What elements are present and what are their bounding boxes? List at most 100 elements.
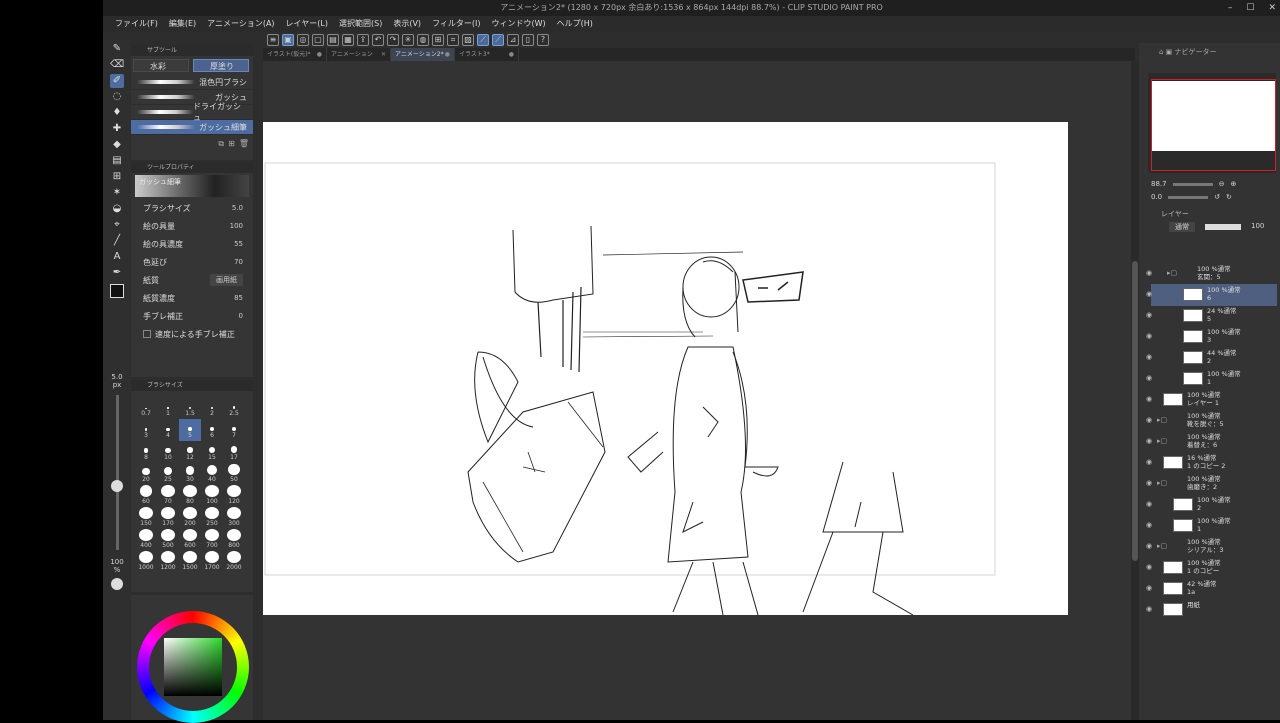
brush-size-option[interactable]: 800 (223, 529, 245, 551)
layer-opacity-value[interactable]: 100 (1251, 222, 1264, 232)
visibility-eye-icon[interactable]: ◉ (1146, 353, 1152, 361)
layer-row[interactable]: ◉ 42 %通常 1a (1146, 578, 1277, 600)
tab-watercolor[interactable]: 水彩 (133, 59, 189, 72)
foreground-color-swatch[interactable] (110, 284, 124, 298)
canvas-area[interactable] (263, 61, 1131, 720)
visibility-eye-icon[interactable]: ◉ (1146, 311, 1152, 319)
rotate-value[interactable]: 0.0 (1151, 193, 1162, 201)
tab-animation2[interactable]: アニメーション2* ● (391, 48, 455, 61)
color-wheel[interactable] (137, 611, 249, 723)
prop-color-stretch[interactable]: 色延び 70 (131, 253, 253, 271)
visibility-eye-icon[interactable]: ◉ (1146, 395, 1152, 403)
minimize-button[interactable]: – (1228, 0, 1233, 16)
brush-size-option[interactable]: 0.7 (135, 397, 157, 419)
select-tool-icon[interactable]: ▣ (282, 34, 294, 46)
prop-value[interactable]: 70 (234, 258, 243, 266)
brush-size-option[interactable]: 2 (201, 397, 223, 419)
opacity-bar[interactable] (1205, 224, 1241, 230)
blend-icon[interactable]: ♦ (110, 106, 124, 120)
brush-size-option[interactable]: 7 (223, 419, 245, 441)
close-icon[interactable]: ● (445, 48, 450, 61)
tab-illust-kari[interactable]: イラスト(仮元)* ● (263, 48, 327, 61)
grid-icon[interactable]: ▨ (462, 34, 474, 46)
snap-line-icon[interactable]: ⟋ (477, 34, 489, 46)
visibility-eye-icon[interactable]: ◉ (1146, 563, 1152, 571)
prop-value[interactable]: 100 (230, 222, 243, 230)
visibility-eye-icon[interactable]: ◉ (1146, 458, 1152, 466)
menu-layer[interactable]: レイヤー(L) (286, 16, 328, 32)
brush-size-option[interactable]: 500 (157, 529, 179, 551)
rotate-left-icon[interactable]: ↺ (1214, 193, 1220, 201)
scroll-thumb[interactable] (1132, 261, 1138, 561)
visibility-eye-icon[interactable]: ◉ (1146, 479, 1152, 487)
layer-row[interactable]: ◉ ▸▢ 100 %通常 着替え：6 (1146, 431, 1277, 453)
layer-row[interactable]: ◉ 44 %通常 2 (1146, 347, 1277, 369)
brush-size-option[interactable]: 400 (135, 529, 157, 551)
layer-row[interactable]: ◉ 16 %通常 1 のコピー 2 (1146, 452, 1277, 474)
brush-size-option[interactable]: 100 (201, 485, 223, 507)
prop-value[interactable]: 0 (239, 312, 243, 320)
close-icon[interactable]: ● (317, 48, 322, 61)
prop-paint-amount[interactable]: 絵の具量 100 (131, 217, 253, 235)
visibility-eye-icon[interactable]: ◉ (1146, 269, 1152, 277)
layer-header-label[interactable]: レイヤー (1161, 210, 1189, 218)
rotate-right-icon[interactable]: ↻ (1226, 193, 1232, 201)
eye-icon[interactable]: ◎ (297, 34, 309, 46)
layer-row[interactable]: ◉ ▸▢ 100 %通常 シリアル：3 (1146, 536, 1277, 558)
prop-value[interactable]: 画用紙 (210, 274, 243, 286)
visibility-eye-icon[interactable]: ◉ (1146, 521, 1152, 529)
visibility-eye-icon[interactable]: ◉ (1146, 542, 1152, 550)
visibility-eye-icon[interactable]: ◉ (1146, 437, 1152, 445)
brush-item[interactable]: ドライガッシュ (131, 102, 253, 122)
eyedropper-icon[interactable]: ⌖ (110, 218, 124, 232)
zoom-in-icon[interactable]: ⊕ (1230, 180, 1236, 188)
close-icon[interactable]: ✕ (381, 48, 386, 61)
brush-size-option[interactable]: 150 (135, 507, 157, 529)
lasso-icon[interactable]: ◌ (110, 90, 124, 104)
close-icon[interactable]: ● (509, 48, 514, 61)
figure-icon[interactable]: ◒ (110, 202, 124, 216)
visibility-eye-icon[interactable]: ◉ (1146, 500, 1152, 508)
prop-speed-stabilization[interactable]: 速度による手ブレ補正 (131, 325, 253, 343)
help-icon[interactable]: ? (537, 34, 549, 46)
layer-row[interactable]: ◉ ▸▢ 100 %通常 歯磨き：2 (1146, 473, 1277, 495)
redo-icon[interactable]: ↷ (387, 34, 399, 46)
brush-item[interactable]: 混色円ブラシ (131, 75, 253, 90)
canvas-scrollbar[interactable] (1131, 61, 1139, 720)
menu-filter[interactable]: フィルター(I) (432, 16, 480, 32)
crop-icon[interactable]: ⌗ (447, 34, 459, 46)
folder-icon[interactable]: ▸▢ (1157, 479, 1167, 487)
prop-value[interactable]: 85 (234, 294, 243, 302)
size-slider-knob[interactable] (111, 480, 123, 492)
menu-icon[interactable]: ≡ (267, 34, 279, 46)
new-file-icon[interactable]: ▢ (312, 34, 324, 46)
zoom-slider[interactable] (1172, 182, 1213, 186)
clear-icon[interactable]: ✳ (402, 34, 414, 46)
color-saturation-square[interactable] (164, 638, 222, 696)
save-icon[interactable]: ▦ (342, 34, 354, 46)
visibility-eye-icon[interactable]: ◉ (1146, 290, 1152, 298)
upload-icon[interactable]: ⇪ (357, 34, 369, 46)
open-folder-icon[interactable]: ▤ (327, 34, 339, 46)
maximize-button[interactable]: ☐ (1246, 0, 1254, 16)
line-icon[interactable]: ╱ (110, 234, 124, 248)
layer-row[interactable]: ◉ 100 %通常 1 のコピー (1146, 557, 1277, 579)
layer-row[interactable]: ◉ 100 %通常 6 (1146, 284, 1277, 306)
prop-texture-density[interactable]: 紙質濃度 85 (131, 289, 253, 307)
brush-size-option[interactable]: 4 (157, 419, 179, 441)
prop-value[interactable]: 5.0 (232, 204, 243, 212)
layer-row[interactable]: ◉ 100 %通常 3 (1146, 326, 1277, 348)
layer-row[interactable]: ◉ 24 %通常 5 (1146, 305, 1277, 327)
brush-size-option[interactable]: 600 (179, 529, 201, 551)
folder-icon[interactable]: ▸▢ (1157, 416, 1167, 424)
navigator-viewport-frame[interactable] (1151, 79, 1276, 171)
menu-file[interactable]: ファイル(F) (115, 16, 158, 32)
navigator-tab-label[interactable]: ナビゲーター (1175, 48, 1217, 56)
brush-size-option[interactable]: 6 (201, 419, 223, 441)
brush-size-option[interactable]: 120 (223, 485, 245, 507)
size-slider[interactable] (116, 395, 119, 550)
prop-paper-texture[interactable]: 紙質 画用紙 (131, 271, 253, 289)
prop-paint-density[interactable]: 絵の具濃度 55 (131, 235, 253, 253)
prop-stabilization[interactable]: 手ブレ補正 0 (131, 307, 253, 325)
brush-size-option[interactable]: 2.5 (223, 397, 245, 419)
